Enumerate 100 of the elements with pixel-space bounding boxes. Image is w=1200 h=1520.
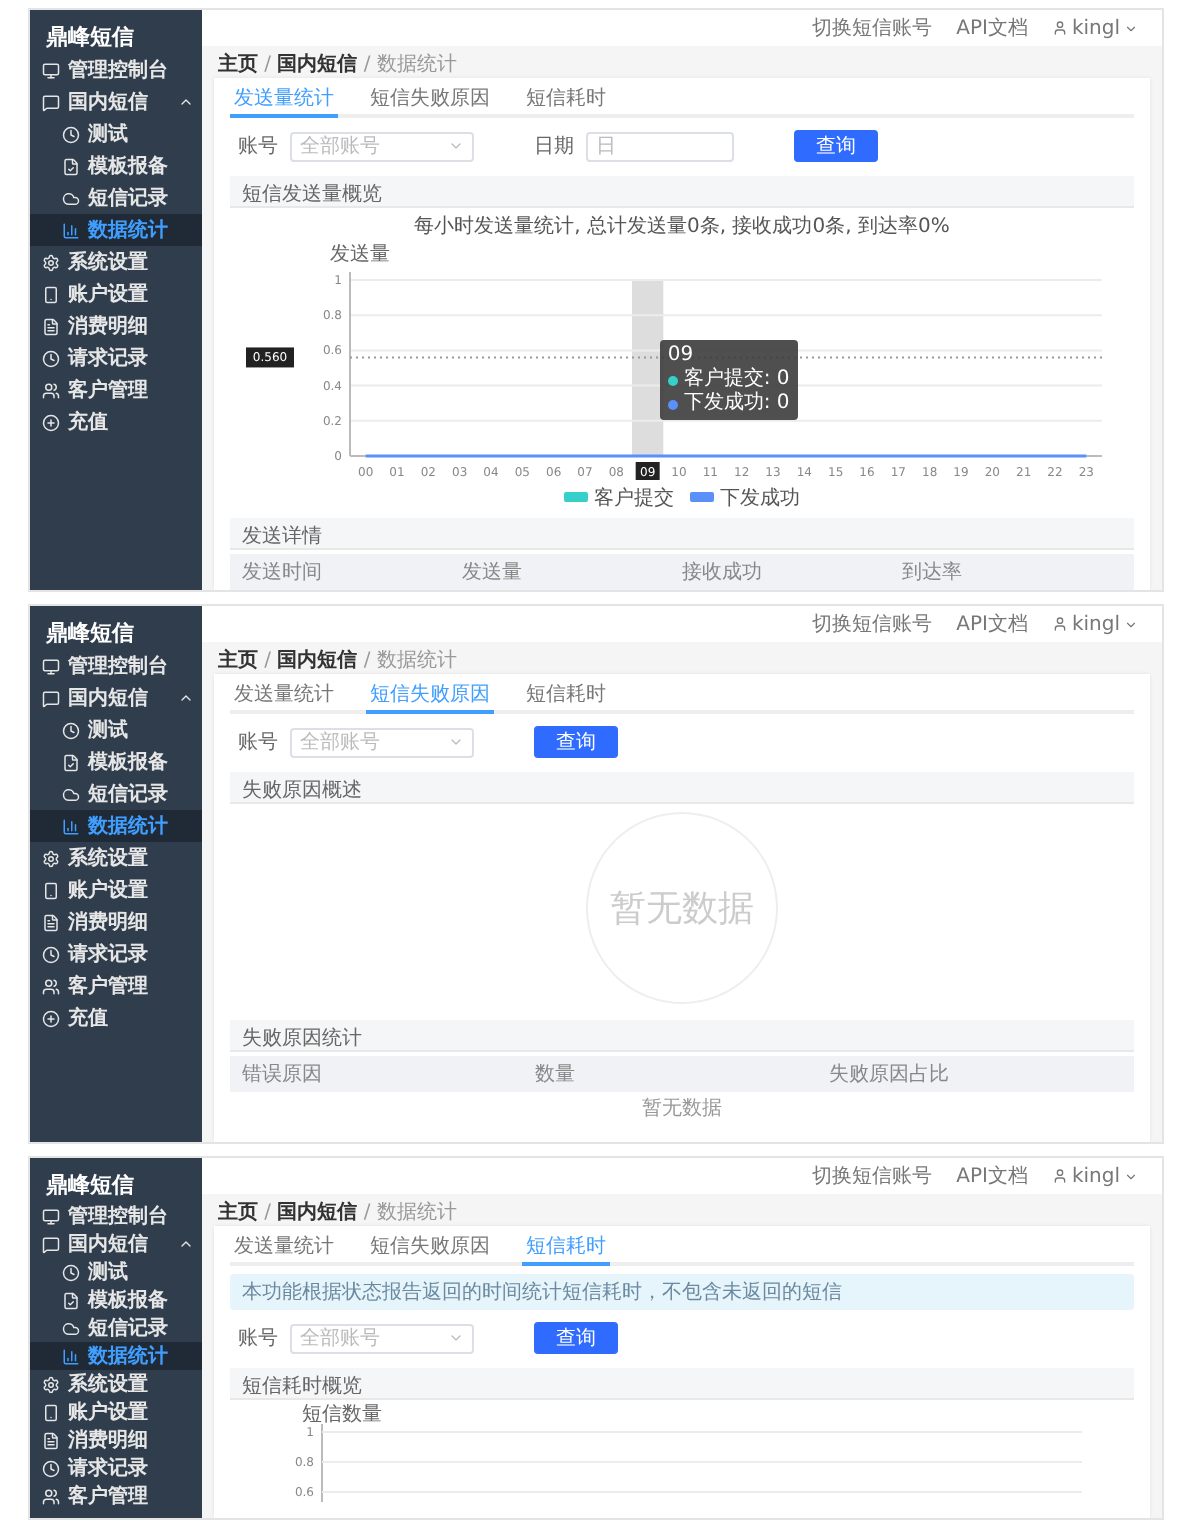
message-icon (42, 1235, 60, 1253)
checklist-icon (62, 753, 80, 771)
tooltip-text: 下发成功: 0 (683, 392, 790, 416)
header-link[interactable]: 切换短信账号 (812, 610, 933, 638)
tab[interactable]: 短信耗时 (522, 678, 610, 714)
date-field[interactable]: 日 (586, 131, 734, 161)
nav-item[interactable]: 测试 (30, 714, 202, 746)
user-icon (1051, 20, 1068, 36)
nav-item[interactable]: 请求记录 (30, 342, 202, 374)
caret-icon (448, 138, 464, 154)
monitor-icon (42, 657, 60, 675)
query-button[interactable]: 查询 (534, 726, 618, 758)
nav-item[interactable]: 模板报备 (30, 746, 202, 778)
nav-item[interactable]: 测试 (30, 1258, 202, 1286)
nav-item[interactable]: 请求记录 (30, 938, 202, 970)
nav-item[interactable]: 系统设置 (30, 246, 202, 278)
header-link[interactable]: 切换短信账号 (812, 1162, 933, 1190)
field-label: 账号 (238, 1325, 278, 1352)
settings-icon (42, 1375, 60, 1393)
user-menu[interactable]: kingl (1051, 1165, 1138, 1187)
header-link[interactable]: API文档 (956, 14, 1028, 42)
users-icon (42, 381, 60, 399)
nav-item[interactable]: 系统设置 (30, 1370, 202, 1398)
y-axis (321, 1423, 323, 1502)
caret-icon (1124, 1169, 1138, 1183)
message-icon (42, 689, 60, 707)
user-menu[interactable]: kingl (1051, 17, 1138, 39)
query-button[interactable]: 查询 (534, 1322, 618, 1354)
column-header: 发送时间 (242, 559, 324, 586)
cloud-icon (62, 785, 80, 803)
field-label: 账号 (238, 729, 278, 756)
nav-item[interactable]: 客户管理 (30, 1482, 202, 1510)
nav-item[interactable]: 账户设置 (30, 874, 202, 906)
nav-item[interactable]: 请求记录 (30, 1454, 202, 1482)
bar-chart-icon (62, 221, 80, 239)
section-heading: 发送详情 (230, 518, 1134, 550)
info-alert: 本功能根据状态报告返回的时间统计短信耗时，不包含未返回的短信 (230, 1274, 1134, 1310)
nav-item[interactable]: 短信记录 (30, 778, 202, 810)
tab[interactable]: 发送量统计 (230, 1230, 338, 1266)
nav-item[interactable]: 数据统计 (30, 810, 202, 842)
bar-chart-icon (62, 1347, 80, 1365)
nav-item[interactable]: 测试 (30, 118, 202, 150)
chart-title: 每小时发送量统计, 总计发送量0条, 接收成功0条, 到达率0% (414, 213, 950, 240)
header-link[interactable]: 切换短信账号 (812, 14, 933, 42)
nav-item[interactable]: 短信记录 (30, 182, 202, 214)
tooltip-title: 09 (667, 344, 694, 366)
tab[interactable]: 短信失败原因 (366, 1230, 494, 1266)
nav-item[interactable]: 管理控制台 (30, 650, 202, 682)
clock-icon (62, 1263, 80, 1281)
clock-icon (62, 721, 80, 739)
column-header: 数量 (535, 1062, 578, 1088)
nav-item[interactable]: 充值 (30, 1002, 202, 1034)
nav-item[interactable]: 国内短信 (30, 682, 202, 714)
nav-item[interactable]: 模板报备 (30, 1286, 202, 1314)
checklist-icon (62, 1291, 80, 1309)
column-header: 接收成功 (682, 559, 764, 586)
query-button[interactable]: 查询 (794, 130, 878, 162)
caret-icon (448, 734, 464, 750)
settings-icon (42, 253, 60, 271)
nav-item[interactable]: 账户设置 (30, 1398, 202, 1426)
column-header: 失败原因占比 (828, 1061, 951, 1088)
user-menu[interactable]: kingl (1051, 613, 1138, 635)
clock-icon (42, 1459, 60, 1477)
breadcrumb: 主页 / 国内短信 / 数据统计 (216, 646, 459, 674)
caret-icon (178, 690, 194, 706)
nav-item[interactable]: 管理控制台 (30, 54, 202, 86)
nav-item[interactable]: 管理控制台 (30, 1202, 202, 1230)
tab[interactable]: 短信耗时 (522, 82, 610, 118)
nav-item[interactable]: 模板报备 (30, 150, 202, 182)
nav-item[interactable]: 系统设置 (30, 842, 202, 874)
column-header: 错误原因 (242, 1062, 324, 1088)
nav-item[interactable]: 充值 (30, 406, 202, 438)
nav-item[interactable]: 国内短信 (30, 86, 202, 118)
tab[interactable]: 发送量统计 (230, 678, 338, 714)
tooltip-text: 客户提交: 0 (683, 368, 790, 391)
nav-item[interactable]: 国内短信 (30, 1230, 202, 1258)
tab[interactable]: 短信失败原因 (366, 82, 494, 118)
caret-icon (448, 1330, 464, 1346)
column-header: 到达率 (902, 559, 964, 586)
nav-item[interactable]: 客户管理 (30, 374, 202, 406)
users-icon (42, 1487, 60, 1505)
cloud-icon (62, 1319, 80, 1337)
nav-item[interactable]: 客户管理 (30, 970, 202, 1002)
nav-item[interactable]: 消费明细 (30, 310, 202, 342)
nav-item[interactable]: 数据统计 (30, 1342, 202, 1370)
header-link[interactable]: API文档 (956, 610, 1028, 638)
caret-icon (1124, 21, 1138, 35)
nav-item[interactable]: 短信记录 (30, 1314, 202, 1342)
caret-icon (178, 1236, 194, 1252)
nav-item[interactable]: 账户设置 (30, 278, 202, 310)
cloud-icon (62, 189, 80, 207)
header-link[interactable]: API文档 (956, 1162, 1028, 1190)
settings-icon (42, 849, 60, 867)
nav-item[interactable]: 消费明细 (30, 1426, 202, 1454)
caret-icon (1124, 617, 1138, 631)
field-label: 账号 (238, 133, 278, 160)
document-icon (42, 1431, 60, 1449)
nav-item[interactable]: 数据统计 (30, 214, 202, 246)
plus-circle-icon (42, 413, 60, 431)
nav-item[interactable]: 消费明细 (30, 906, 202, 938)
